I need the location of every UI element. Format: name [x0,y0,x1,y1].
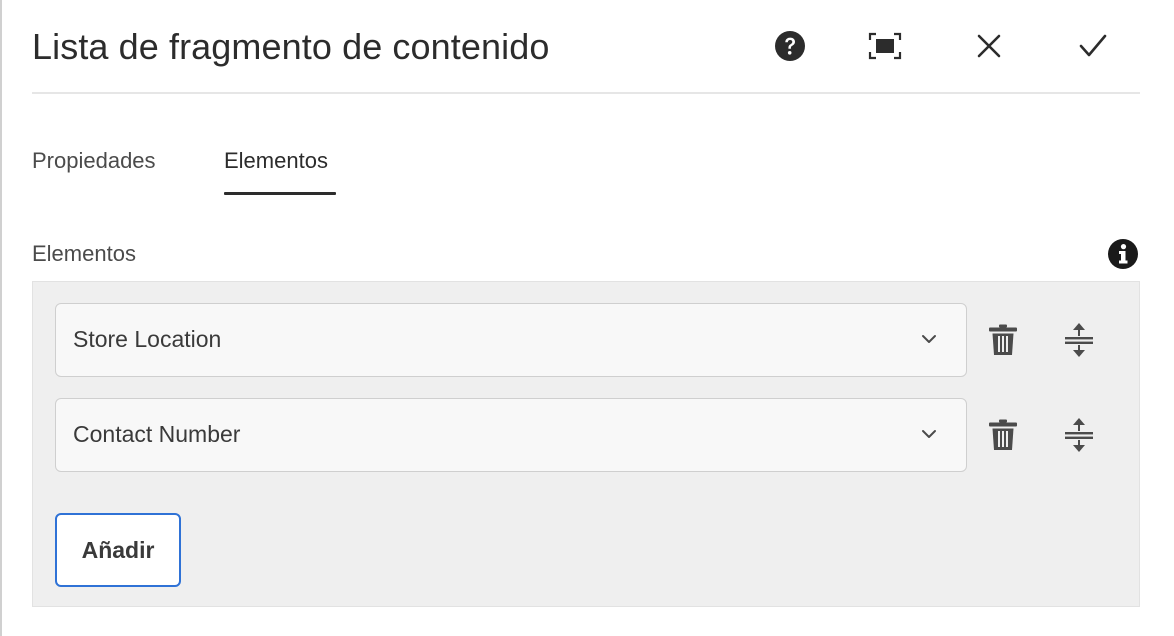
element-select-value: Contact Number [73,421,241,447]
help-button[interactable] [768,24,812,68]
elements-field-label: Elementos [32,241,136,266]
dialog-title: Lista de fragmento de contenido [32,26,550,67]
content-fragment-list-dialog: Lista de fragmento de contenido Propieda… [0,0,1174,636]
tab-propiedades[interactable]: Propiedades [32,148,156,174]
help-icon [775,31,805,61]
close-icon [977,34,1001,58]
tab-elementos[interactable]: Elementos [224,148,328,174]
list-item: Contact Number [55,398,1115,472]
delete-item-button[interactable] [983,320,1023,360]
trash-icon [989,419,1017,450]
chevron-down-icon [922,430,936,438]
info-icon[interactable] [1107,238,1139,270]
close-button[interactable] [967,24,1011,68]
trash-icon [989,324,1017,355]
chevron-down-icon [922,335,936,343]
checkmark-icon [1079,34,1107,57]
element-select[interactable]: Contact Number [55,398,967,472]
element-select-value: Store Location [73,326,222,352]
reorder-item-handle[interactable] [1059,320,1099,360]
element-select[interactable]: Store Location [55,303,967,377]
elements-multifield: Store Location Contact Number Añadir [32,281,1140,607]
active-tab-indicator [224,192,336,195]
fullscreen-button[interactable] [863,24,907,68]
fullscreen-icon [868,32,902,60]
dialog-header: Lista de fragmento de contenido [32,0,1140,94]
add-button[interactable]: Añadir [55,513,181,587]
list-item: Store Location [55,303,1115,377]
reorder-icon [1065,418,1093,452]
delete-item-button[interactable] [983,415,1023,455]
reorder-item-handle[interactable] [1059,415,1099,455]
confirm-button[interactable] [1071,24,1115,68]
reorder-icon [1065,323,1093,357]
